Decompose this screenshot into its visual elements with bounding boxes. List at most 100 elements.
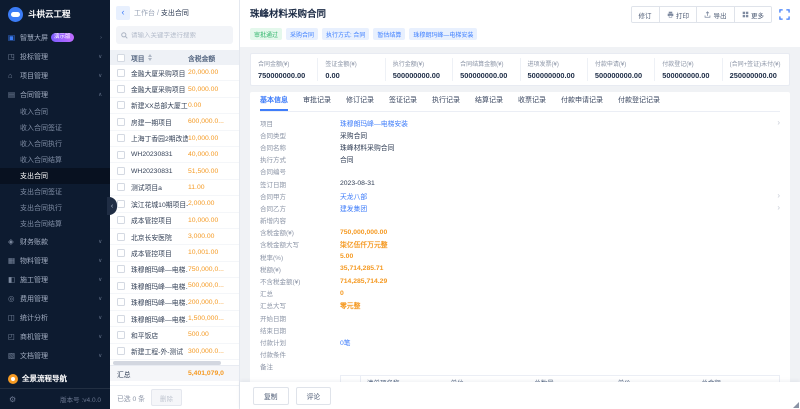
copy-button[interactable]: 复制	[253, 387, 289, 405]
list-item[interactable]: 和平饭店 500.00	[110, 327, 239, 343]
list-item[interactable]: 成本管控项目 10,000.00	[110, 213, 239, 229]
sidebar-item[interactable]: 支出合同	[0, 168, 110, 184]
row-checkbox[interactable]	[117, 183, 125, 191]
chevron-right-icon[interactable]: ›	[777, 191, 780, 200]
process-navigator[interactable]: 全景流程导航	[0, 369, 110, 388]
sidebar-item[interactable]: ◰ 商机管理 ∨	[0, 327, 110, 346]
sidebar-item[interactable]: 支出合同结算	[0, 216, 110, 232]
chevron-icon: ∨	[98, 257, 102, 263]
print-button[interactable]: 打印	[659, 7, 697, 22]
tab[interactable]: 付款登记记录	[618, 92, 660, 111]
sidebar-item-label: 文档管理	[20, 351, 48, 361]
sidebar-item[interactable]: 收入合同签证	[0, 120, 110, 136]
comment-button[interactable]: 评论	[296, 387, 332, 405]
field-row: 税额(¥) 35,714,285.71 ›	[260, 263, 780, 275]
revise-button[interactable]: 修订	[632, 7, 659, 22]
row-checkbox[interactable]	[117, 298, 125, 306]
tab[interactable]: 收票记录	[518, 92, 546, 111]
row-checkbox[interactable]	[117, 249, 125, 257]
list-item[interactable]: 珠穆朗玛峰—电梯... 1,500,000...	[110, 311, 239, 327]
gear-icon[interactable]: ⚙	[9, 395, 16, 404]
row-project-name: 金融大厦采购项目	[131, 84, 188, 94]
tab[interactable]: 修订记录	[346, 92, 374, 111]
search-input[interactable]	[131, 32, 228, 39]
row-checkbox[interactable]	[117, 347, 125, 355]
row-checkbox[interactable]	[117, 85, 125, 93]
row-checkbox[interactable]	[117, 151, 125, 159]
field-label: 合同编号	[260, 166, 340, 176]
status-tag: 珠穆朗玛峰—电梯安装	[409, 28, 477, 40]
chevron-right-icon[interactable]: ›	[777, 203, 780, 212]
list-item[interactable]: 珠穆朗玛峰—电梯... 750,000,0...	[110, 262, 239, 278]
field-value: 5.00	[340, 253, 353, 260]
tab[interactable]: 结算记录	[475, 92, 503, 111]
sidebar-item[interactable]: ▦ 物料管理 ∨	[0, 251, 110, 270]
column-project[interactable]: 项目	[131, 53, 145, 63]
sidebar-item[interactable]: ◈ 财务账款 ∨	[0, 232, 110, 251]
delete-button[interactable]: 删除	[151, 389, 182, 406]
row-checkbox[interactable]	[117, 167, 125, 175]
app-title: 斗栱云工程	[28, 8, 71, 20]
sidebar-item[interactable]: ◫ 统计分析 ∨	[0, 308, 110, 327]
chevron-right-icon[interactable]: ›	[777, 118, 780, 127]
list-item[interactable]: WH20230831 51,500.00	[110, 163, 239, 179]
sidebar-item[interactable]: 支出合同签证	[0, 184, 110, 200]
sidebar-item[interactable]: ⌂ 项目管理 ∨	[0, 66, 110, 85]
sidebar-item[interactable]: ◳ 投标管理 ∨	[0, 47, 110, 66]
tab[interactable]: 基本信息	[260, 92, 288, 111]
field-label: 税额(¥)	[260, 264, 340, 274]
row-checkbox[interactable]	[117, 315, 125, 323]
list-item[interactable]: 房建一期项目 600,000.0...	[110, 114, 239, 130]
sidebar-item[interactable]: ▤ 合同管理 ∧	[0, 85, 110, 104]
tab[interactable]: 执行记录	[432, 92, 460, 111]
sidebar-item[interactable]: 收入合同结算	[0, 152, 110, 168]
select-all-checkbox[interactable]	[117, 54, 125, 62]
sidebar-item-label: 合同管理	[20, 90, 48, 100]
row-checkbox[interactable]	[117, 134, 125, 142]
back-button[interactable]: ‹	[116, 6, 130, 20]
tab[interactable]: 付款申请记录	[561, 92, 603, 111]
fullscreen-button[interactable]	[779, 9, 790, 20]
list-item[interactable]: 成本管控项目 10,001.00	[110, 245, 239, 261]
row-checkbox[interactable]	[117, 331, 125, 339]
sidebar-item[interactable]: 收入合同执行	[0, 136, 110, 152]
list-item[interactable]: WH20230831 40,000.00	[110, 147, 239, 163]
tab[interactable]: 签证记录	[389, 92, 417, 111]
export-button[interactable]: 导出	[696, 7, 734, 22]
row-checkbox[interactable]	[117, 265, 125, 273]
chevron-icon: ›	[100, 35, 102, 40]
sidebar-item[interactable]: ▣ 智慧大屏 演示版 ›	[0, 28, 110, 47]
row-checkbox[interactable]	[117, 216, 125, 224]
row-checkbox[interactable]	[117, 200, 125, 208]
sidebar-item[interactable]: 支出合同执行	[0, 200, 110, 216]
list-item[interactable]: 新建XX总部大厦工... 0.00	[110, 98, 239, 114]
field-value: 2023-08-31	[340, 180, 375, 187]
sidebar-item[interactable]: ▧ 文档管理 ∨	[0, 346, 110, 365]
more-button[interactable]: 更多	[734, 7, 772, 22]
breadcrumb-parent[interactable]: 工作台	[134, 10, 155, 17]
row-checkbox[interactable]	[117, 101, 125, 109]
list-item[interactable]: 滨江花城10期项目-... 2,000.00	[110, 196, 239, 212]
tab[interactable]: 审批记录	[303, 92, 331, 111]
sort-icon[interactable]	[148, 54, 152, 61]
sidebar-item[interactable]: ◎ 费用管理 ∨	[0, 289, 110, 308]
sidebar-item[interactable]: 收入合同	[0, 104, 110, 120]
row-checkbox[interactable]	[117, 282, 125, 290]
sidebar-item[interactable]: ◧ 施工管理 ∨	[0, 270, 110, 289]
row-project-name: 测试项目a	[131, 182, 188, 192]
list-item[interactable]: 上海丁香园2期改造... 10,000.00	[110, 131, 239, 147]
list-item[interactable]: 珠穆朗玛峰—电梯... 500,000,0...	[110, 278, 239, 294]
process-navigator-label: 全景流程导航	[22, 373, 67, 384]
row-checkbox[interactable]	[117, 118, 125, 126]
field-row: 税率(%) 5.00 ›	[260, 251, 780, 263]
search-box[interactable]	[116, 26, 233, 44]
list-item[interactable]: 金融大厦采购项目 50,000.00	[110, 81, 239, 97]
row-checkbox[interactable]	[117, 233, 125, 241]
list-item[interactable]: 新建工程-外-测试 300,000.0...	[110, 344, 239, 360]
list-item[interactable]: 测试项目a 11.00	[110, 180, 239, 196]
stat-label: 合同金额(¥)	[258, 59, 310, 68]
row-checkbox[interactable]	[117, 69, 125, 77]
list-item[interactable]: 金融大厦采购项目 20,000.00	[110, 65, 239, 81]
list-item[interactable]: 珠穆朗玛峰—电梯... 200,000,0...	[110, 294, 239, 310]
list-item[interactable]: 北京长安医院 3,000.00	[110, 229, 239, 245]
